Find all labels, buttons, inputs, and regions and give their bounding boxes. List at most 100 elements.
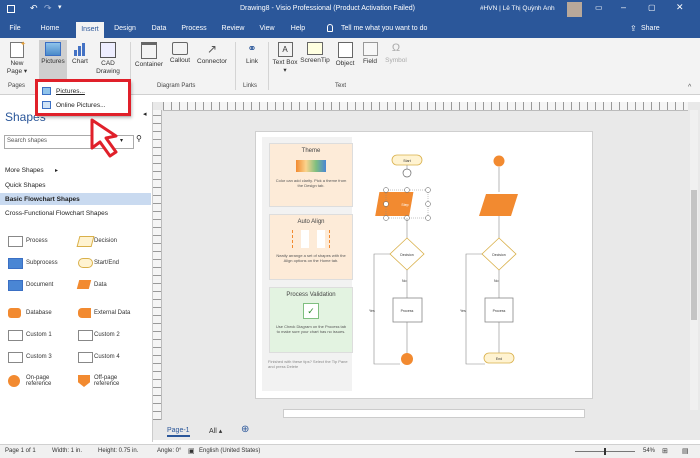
stencil-start-end[interactable]: Start/End: [94, 260, 119, 266]
stencil-off-page-reference[interactable]: Off-page reference: [94, 375, 134, 387]
screentip-button[interactable]: ScreenTip: [299, 42, 331, 65]
selection-handle[interactable]: [383, 201, 389, 207]
tip-card-process-validation: Process Validation ✓ Use Check Diagram o…: [269, 287, 353, 353]
tab-home[interactable]: Home: [38, 20, 62, 38]
connector-button[interactable]: ↗ Connector: [194, 42, 230, 66]
collapse-panel-icon[interactable]: ◂: [143, 110, 147, 118]
off-page-reference-shape-icon[interactable]: [78, 375, 90, 387]
start-end-shape-icon[interactable]: [78, 258, 93, 268]
selection-handle[interactable]: [404, 187, 410, 193]
ribbon-display-options-icon[interactable]: ▭: [595, 3, 603, 12]
data-shape[interactable]: [479, 194, 518, 216]
selection-handle[interactable]: [425, 201, 431, 207]
drawing-page[interactable]: Theme Color can add clarity. Pick a them…: [255, 131, 593, 399]
status-language[interactable]: English (United States): [199, 448, 260, 454]
stencil-document[interactable]: Document: [26, 282, 53, 288]
custom-3-shape-icon[interactable]: [8, 352, 23, 363]
stencil-data[interactable]: Data: [94, 282, 107, 288]
selection-handle[interactable]: [425, 215, 431, 221]
stencil-database[interactable]: Database: [26, 310, 52, 316]
subprocess-shape-icon[interactable]: [8, 258, 23, 269]
pictures-button[interactable]: Pictures: [39, 40, 67, 82]
vertical-scrollbar[interactable]: [690, 110, 698, 410]
scroll-thumb[interactable]: [691, 190, 697, 320]
zoom-thumb[interactable]: [604, 448, 606, 455]
new-page-button[interactable]: ✦ New Page ▾: [5, 41, 29, 76]
share-button[interactable]: Share: [641, 25, 660, 32]
user-name[interactable]: #HVN | Lê Thị Quỳnh Anh: [480, 5, 555, 12]
text-box-button[interactable]: A Text Box ▾: [272, 42, 298, 75]
object-button[interactable]: Object: [332, 42, 358, 68]
chart-label: Chart: [72, 58, 88, 65]
tab-file[interactable]: File: [4, 20, 26, 38]
stencil-external-data[interactable]: External Data: [94, 310, 130, 316]
stencil-custom-3[interactable]: Custom 3: [26, 354, 52, 360]
database-shape-icon[interactable]: [8, 308, 21, 318]
data-shape-icon[interactable]: [76, 280, 92, 289]
callout-button[interactable]: Callout: [166, 42, 194, 65]
custom-4-shape-icon[interactable]: [78, 352, 93, 363]
flowchart[interactable]: Start Step Decision No Yes Process Decis…: [356, 132, 592, 398]
undo-icon[interactable]: ↶: [30, 3, 38, 14]
avatar[interactable]: [567, 2, 582, 17]
stencil-on-page-reference[interactable]: On-page reference: [26, 375, 66, 387]
tab-view[interactable]: View: [255, 20, 279, 38]
on-page-reference-shape[interactable]: [401, 353, 413, 365]
close-icon[interactable]: ✕: [676, 2, 684, 13]
switch-windows-icon[interactable]: ▤: [682, 447, 689, 455]
tab-insert[interactable]: Insert: [76, 22, 104, 38]
link-button[interactable]: ⚭ Link: [241, 42, 263, 66]
category-more-shapes[interactable]: More Shapes: [5, 167, 44, 174]
redo-icon[interactable]: ↷: [44, 3, 52, 14]
tell-me-search[interactable]: Tell me what you want to do: [341, 25, 427, 32]
external-data-shape-icon[interactable]: [78, 308, 91, 318]
category-cross-functional[interactable]: Cross-Functional Flowchart Shapes: [5, 210, 108, 217]
chart-button[interactable]: Chart: [69, 42, 91, 66]
stencil-custom-2[interactable]: Custom 2: [94, 332, 120, 338]
zoom-level[interactable]: 54%: [643, 448, 655, 454]
decision-shape-icon[interactable]: [76, 236, 95, 247]
add-page-icon[interactable]: ⊕: [241, 424, 249, 435]
stencil-custom-4[interactable]: Custom 4: [94, 354, 120, 360]
stencil-process[interactable]: Process: [26, 238, 48, 244]
all-pages-button[interactable]: All ▴: [209, 427, 222, 435]
share-icon[interactable]: ⇪: [630, 24, 637, 33]
customize-quick-access-icon[interactable]: ▾: [58, 3, 62, 11]
stencil-decision[interactable]: Decision: [94, 238, 117, 244]
category-quick-shapes[interactable]: Quick Shapes: [5, 182, 45, 189]
tab-help[interactable]: Help: [286, 20, 310, 38]
process-shape-icon[interactable]: [8, 236, 23, 247]
tab-review[interactable]: Review: [218, 20, 248, 38]
page-tab-page-1[interactable]: Page-1: [167, 427, 190, 437]
search-icon[interactable]: ⚲: [136, 134, 142, 143]
on-page-reference-shape[interactable]: [493, 155, 505, 167]
horizontal-scrollbar[interactable]: [283, 409, 585, 418]
cad-drawing-button[interactable]: CAD Drawing: [92, 42, 124, 76]
status-angle: Angle: 0°: [157, 448, 182, 454]
minimize-icon[interactable]: –: [621, 2, 626, 12]
custom-1-shape-icon[interactable]: [8, 330, 23, 341]
tab-process[interactable]: Process: [178, 20, 210, 38]
fit-page-icon[interactable]: ⊞: [662, 447, 668, 455]
collapse-ribbon-icon[interactable]: ^: [688, 84, 691, 91]
field-button[interactable]: Field: [359, 42, 381, 66]
selection-handle[interactable]: [383, 215, 389, 221]
tip-pane[interactable]: Theme Color can add clarity. Pick a them…: [262, 137, 353, 391]
category-basic-flowchart[interactable]: Basic Flowchart Shapes: [5, 196, 80, 203]
container-button[interactable]: Container: [133, 42, 165, 69]
tab-data[interactable]: Data: [148, 20, 170, 38]
selection-handle[interactable]: [383, 187, 389, 193]
stencil-subprocess[interactable]: Subprocess: [26, 260, 58, 266]
tab-design[interactable]: Design: [110, 20, 140, 38]
save-icon[interactable]: [7, 5, 15, 13]
on-page-reference-shape-icon[interactable]: [8, 375, 20, 387]
selection-handle[interactable]: [425, 187, 431, 193]
maximize-icon[interactable]: ▢: [648, 3, 656, 12]
document-shape-icon[interactable]: [8, 280, 23, 291]
stencil-custom-1[interactable]: Custom 1: [26, 332, 52, 338]
custom-2-shape-icon[interactable]: [78, 330, 93, 341]
proofing-icon[interactable]: ▣: [188, 447, 195, 455]
symbol-button[interactable]: Ω Symbol: [382, 42, 410, 65]
status-page[interactable]: Page 1 of 1: [5, 448, 36, 454]
rotate-handle-icon[interactable]: [402, 168, 412, 178]
